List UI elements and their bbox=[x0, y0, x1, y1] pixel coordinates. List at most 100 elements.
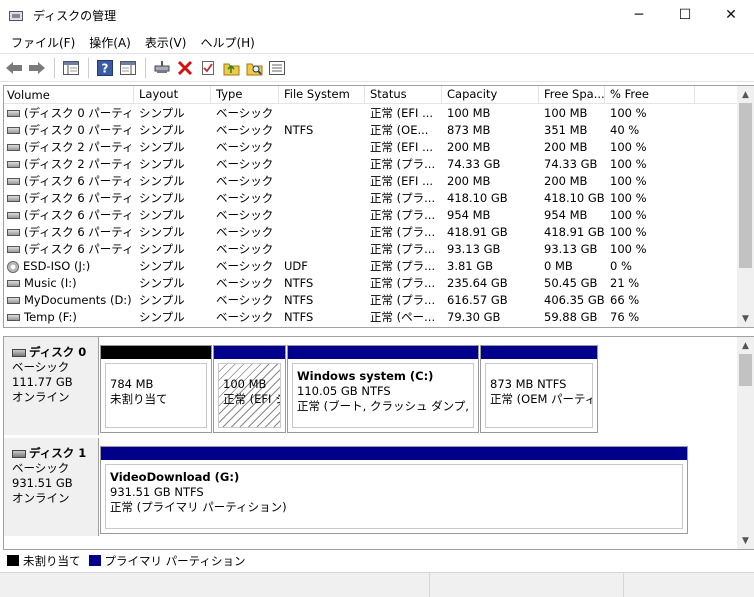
volume-row[interactable]: ESD-ISO (J:) シンプル ベーシック UDF 正常 (プラ... 3.81 GB… bbox=[4, 258, 737, 275]
scroll-down-arrow-icon[interactable]: ▼ bbox=[737, 532, 754, 549]
volume-free-cell: 50.45 GB bbox=[544, 276, 598, 290]
column-header-status[interactable]: Status bbox=[365, 86, 442, 104]
volume-type-cell: ベーシック bbox=[216, 208, 274, 222]
volume-row[interactable]: Music (I:) シンプル ベーシック NTFS 正常 (プラ... 235.64 G… bbox=[4, 275, 737, 292]
partition-size: 931.51 GB NTFS bbox=[110, 485, 204, 499]
disk-graphical-view: ▲ ▼ ディスク 0 ベーシック 111.77 GB オンライン 784 MB 未割り当て… bbox=[3, 336, 754, 550]
volume-name-cell: (ディスク 6 パーティシ... bbox=[4, 241, 134, 258]
delete-button[interactable] bbox=[174, 57, 196, 79]
open-button[interactable] bbox=[220, 57, 242, 79]
partition-primary[interactable]: VideoDownload (G:) 931.51 GB NTFS 正常 (プライマ… bbox=[100, 446, 688, 534]
minimize-button[interactable]: ─ bbox=[616, 0, 662, 30]
disk-view-scrollbar[interactable]: ▲ ▼ bbox=[737, 337, 754, 549]
menu-action[interactable]: 操作(A) bbox=[82, 34, 138, 51]
volume-pct-cell: 100 % bbox=[610, 140, 647, 154]
menu-help[interactable]: ヘルプ(H) bbox=[193, 34, 261, 51]
connect-drive-icon bbox=[154, 60, 170, 73]
window-controls: ─ ☐ ✕ bbox=[616, 0, 754, 30]
explore-button[interactable] bbox=[243, 57, 265, 79]
column-header-free-space[interactable]: Free Spa... bbox=[539, 86, 605, 104]
show-pane-button[interactable] bbox=[117, 57, 139, 79]
disk-label-1[interactable]: ディスク 1 ベーシック 931.51 GB オンライン bbox=[4, 438, 99, 536]
volume-row[interactable]: (ディスク 2 パーティシ... シンプル ベーシック 正常 (プラ... 74.33 … bbox=[4, 156, 737, 173]
delete-icon bbox=[177, 60, 193, 75]
forward-button[interactable] bbox=[26, 57, 48, 79]
column-header-type[interactable]: Type bbox=[211, 86, 279, 104]
legend: 未割り当て プライマリ パーティション bbox=[0, 550, 754, 571]
volume-name-cell: (ディスク 2 パーティシ... bbox=[4, 156, 134, 173]
volume-row[interactable]: (ディスク 6 パーティシ... シンプル ベーシック 正常 (プラ... 418.91… bbox=[4, 224, 737, 241]
volume-row[interactable]: (ディスク 6 パーティシ... シンプル ベーシック 正常 (プラ... 93.13 … bbox=[4, 241, 737, 258]
volume-row[interactable]: (ディスク 0 パーティシ... シンプル ベーシック 正常 (EFI ... 100 … bbox=[4, 105, 737, 122]
scrollbar-thumb[interactable] bbox=[739, 354, 752, 386]
partition-status: 未割り当て bbox=[110, 392, 168, 406]
volume-free-cell: 100 MB bbox=[544, 106, 588, 120]
volume-free-cell: 200 MB bbox=[544, 140, 588, 154]
volume-row[interactable]: (ディスク 0 パーティシ... シンプル ベーシック NTFS 正常 (OE... 87… bbox=[4, 122, 737, 139]
volume-list-scrollbar[interactable]: ▲ ▼ bbox=[737, 86, 754, 327]
volume-name: (ディスク 2 パーティシ... bbox=[24, 140, 134, 154]
scroll-down-arrow-icon[interactable]: ▼ bbox=[737, 310, 754, 327]
scroll-up-arrow-icon[interactable]: ▲ bbox=[737, 337, 754, 354]
volume-row[interactable]: (ディスク 2 パーティシ... シンプル ベーシック 正常 (EFI ... 200 … bbox=[4, 139, 737, 156]
volume-type-cell: ベーシック bbox=[216, 259, 274, 273]
column-header-capacity[interactable]: Capacity bbox=[442, 86, 539, 104]
disk-type: ベーシック bbox=[12, 360, 70, 374]
volume-layout-cell: シンプル bbox=[139, 191, 185, 205]
close-button[interactable]: ✕ bbox=[708, 0, 754, 30]
disk-name-text: ディスク 1 bbox=[29, 446, 87, 460]
column-header-layout[interactable]: Layout bbox=[134, 86, 211, 104]
drive-icon bbox=[7, 110, 20, 117]
partition-color-band bbox=[101, 346, 211, 359]
explore-icon bbox=[246, 63, 262, 75]
volume-row[interactable]: MyDocuments (D:) シンプル ベーシック NTFS 正常 (プラ... 61… bbox=[4, 292, 737, 309]
forward-arrow-icon bbox=[29, 61, 45, 74]
volume-row[interactable]: (ディスク 6 パーティシ... シンプル ベーシック 正常 (EFI ... 200 … bbox=[4, 173, 737, 190]
menu-view[interactable]: 表示(V) bbox=[138, 34, 194, 51]
column-header-percent-free[interactable]: % Free bbox=[605, 86, 695, 104]
volume-capacity-cell: 93.13 GB bbox=[447, 242, 501, 256]
partition-primary[interactable]: Windows system (C:) 110.05 GB NTFS 正常 (ブート… bbox=[287, 345, 479, 433]
properties-button[interactable] bbox=[197, 57, 219, 79]
volume-capacity-cell: 418.91 GB bbox=[447, 225, 508, 239]
column-header-volume[interactable]: Volume bbox=[4, 86, 134, 104]
partition-unallocated[interactable]: 784 MB 未割り当て bbox=[100, 345, 212, 433]
volume-capacity-cell: 235.64 GB bbox=[447, 276, 508, 290]
scrollbar-thumb[interactable] bbox=[739, 103, 752, 268]
volume-name-cell: (ディスク 6 パーティシ... bbox=[4, 173, 134, 190]
disk-label-0[interactable]: ディスク 0 ベーシック 111.77 GB オンライン bbox=[4, 337, 99, 435]
volume-status-cell: 正常 (ペー... bbox=[370, 310, 436, 324]
partition-oem[interactable]: 873 MB NTFS正常 (OEM パーティシ bbox=[480, 345, 598, 433]
scroll-up-arrow-icon[interactable]: ▲ bbox=[737, 86, 754, 103]
maximize-button[interactable]: ☐ bbox=[662, 0, 708, 30]
volume-pct-cell: 100 % bbox=[610, 242, 647, 256]
list-view-button[interactable] bbox=[266, 57, 288, 79]
volume-status-cell: 正常 (プラ... bbox=[370, 276, 436, 290]
status-bar-section bbox=[430, 573, 624, 597]
partition-efi[interactable]: 100 MB 正常 (EFI シ bbox=[213, 345, 286, 433]
volume-name: Music (I:) bbox=[24, 276, 77, 290]
volume-row[interactable]: Temp (F:) シンプル ベーシック NTFS 正常 (ペー... 79.30 GB 5… bbox=[4, 309, 737, 326]
help-button[interactable]: ? bbox=[94, 57, 116, 79]
disk-type: ベーシック bbox=[12, 461, 70, 475]
svg-text:?: ? bbox=[102, 61, 109, 75]
menu-file[interactable]: ファイル(F) bbox=[4, 34, 82, 51]
volume-pct-cell: 66 % bbox=[610, 293, 640, 307]
volume-list: Volume Layout Type File System Status Ca… bbox=[3, 85, 754, 328]
volume-type-cell: ベーシック bbox=[216, 242, 274, 256]
partition-size: 110.05 GB NTFS bbox=[297, 384, 391, 398]
toolbar: ? bbox=[0, 53, 754, 82]
console-tree-button[interactable] bbox=[60, 57, 82, 79]
volume-status-cell: 正常 (EFI ... bbox=[370, 174, 434, 188]
properties-icon bbox=[202, 60, 214, 75]
volume-row[interactable]: (ディスク 6 パーティシ... シンプル ベーシック 正常 (プラ... 418.10… bbox=[4, 190, 737, 207]
partition-details: 873 MB NTFS正常 (OEM パーティシ bbox=[485, 363, 593, 428]
volume-capacity-cell: 873 MB bbox=[447, 123, 491, 137]
volume-name-cell: (ディスク 6 パーティシ... bbox=[4, 207, 134, 224]
column-header-file-system[interactable]: File System bbox=[279, 86, 365, 104]
connect-drive-button[interactable] bbox=[151, 57, 173, 79]
back-button[interactable] bbox=[3, 57, 25, 79]
volume-name-cell: Music (I:) bbox=[4, 275, 134, 292]
volume-row[interactable]: (ディスク 6 パーティシ... シンプル ベーシック 正常 (プラ... 954 MB… bbox=[4, 207, 737, 224]
volume-layout-cell: シンプル bbox=[139, 123, 185, 137]
